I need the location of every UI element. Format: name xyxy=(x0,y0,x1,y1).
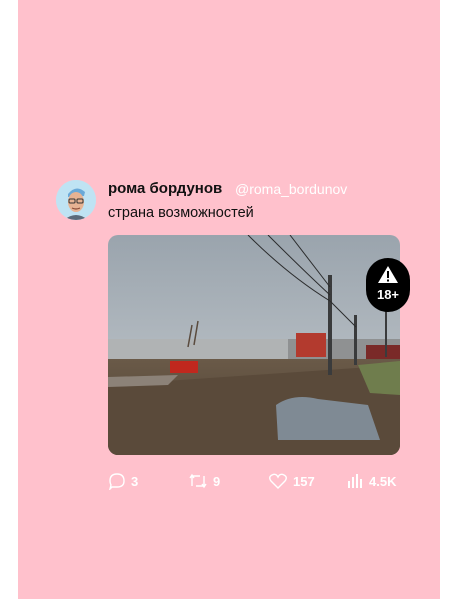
post-metrics: 3 9 157 4.5K xyxy=(108,472,408,498)
like-count: 157 xyxy=(293,473,315,489)
like-button[interactable]: 157 xyxy=(268,472,315,490)
repost-icon xyxy=(189,473,207,489)
views-count: 4.5K xyxy=(369,473,397,489)
avatar[interactable] xyxy=(56,180,96,220)
post-text: страна возможностей xyxy=(108,205,254,221)
repost-button[interactable]: 9 xyxy=(188,472,220,490)
reply-count: 3 xyxy=(131,473,139,489)
reply-icon xyxy=(109,473,125,490)
author-name[interactable]: рома бордунов xyxy=(108,180,222,197)
views-button[interactable]: 4.5K xyxy=(346,472,396,490)
heart-icon xyxy=(269,473,287,489)
reply-button[interactable]: 3 xyxy=(108,472,138,490)
sensitive-content-label: 18+ xyxy=(376,287,400,302)
author-handle[interactable]: @roma_bordunov xyxy=(235,181,347,197)
post-image[interactable] xyxy=(108,235,400,455)
views-chart-icon xyxy=(348,474,362,488)
repost-count: 9 xyxy=(213,473,221,489)
sensitive-content-badge[interactable]: 18+ xyxy=(365,257,411,313)
